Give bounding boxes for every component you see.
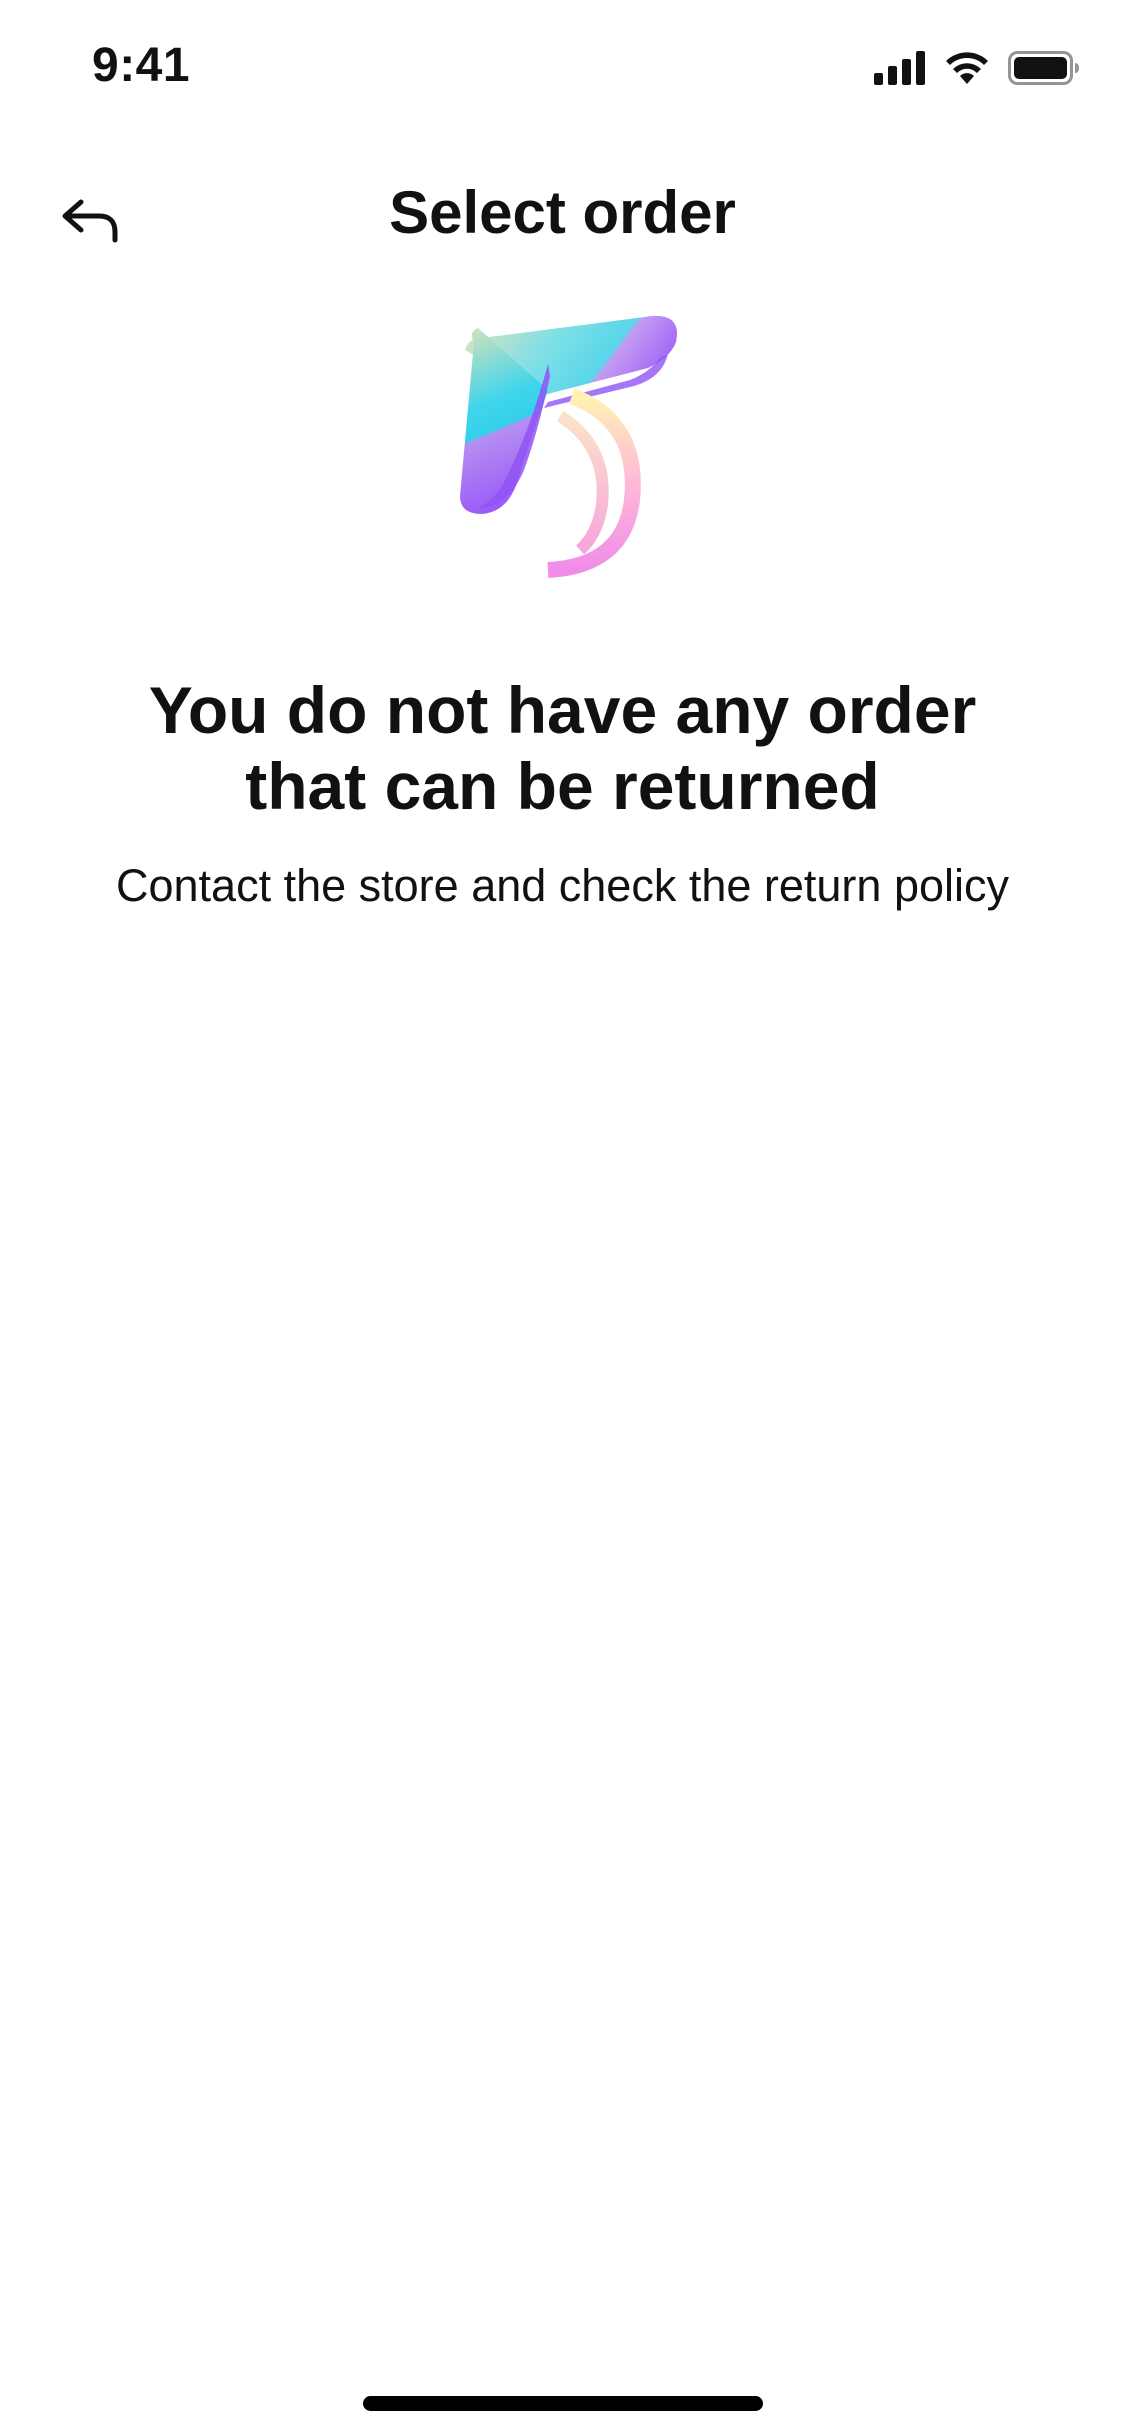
signal-icon xyxy=(874,50,926,90)
wifi-icon xyxy=(944,51,990,90)
empty-state-title: You do not have any order that can be re… xyxy=(60,672,1065,824)
status-icons xyxy=(874,48,1080,92)
empty-state-subtitle: Contact the store and check the return p… xyxy=(116,860,1009,911)
empty-state-title-line2: that can be returned xyxy=(245,749,880,823)
nav-bar: Select order xyxy=(0,160,1125,270)
boomerang-return-illustration xyxy=(420,300,710,620)
status-time: 9:41 xyxy=(92,39,191,92)
status-bar: 9:41 xyxy=(0,0,1125,140)
empty-state-title-line1: You do not have any order xyxy=(148,673,977,747)
battery-icon xyxy=(1008,50,1080,90)
page-title: Select order xyxy=(389,179,736,246)
home-indicator[interactable] xyxy=(363,2396,763,2411)
